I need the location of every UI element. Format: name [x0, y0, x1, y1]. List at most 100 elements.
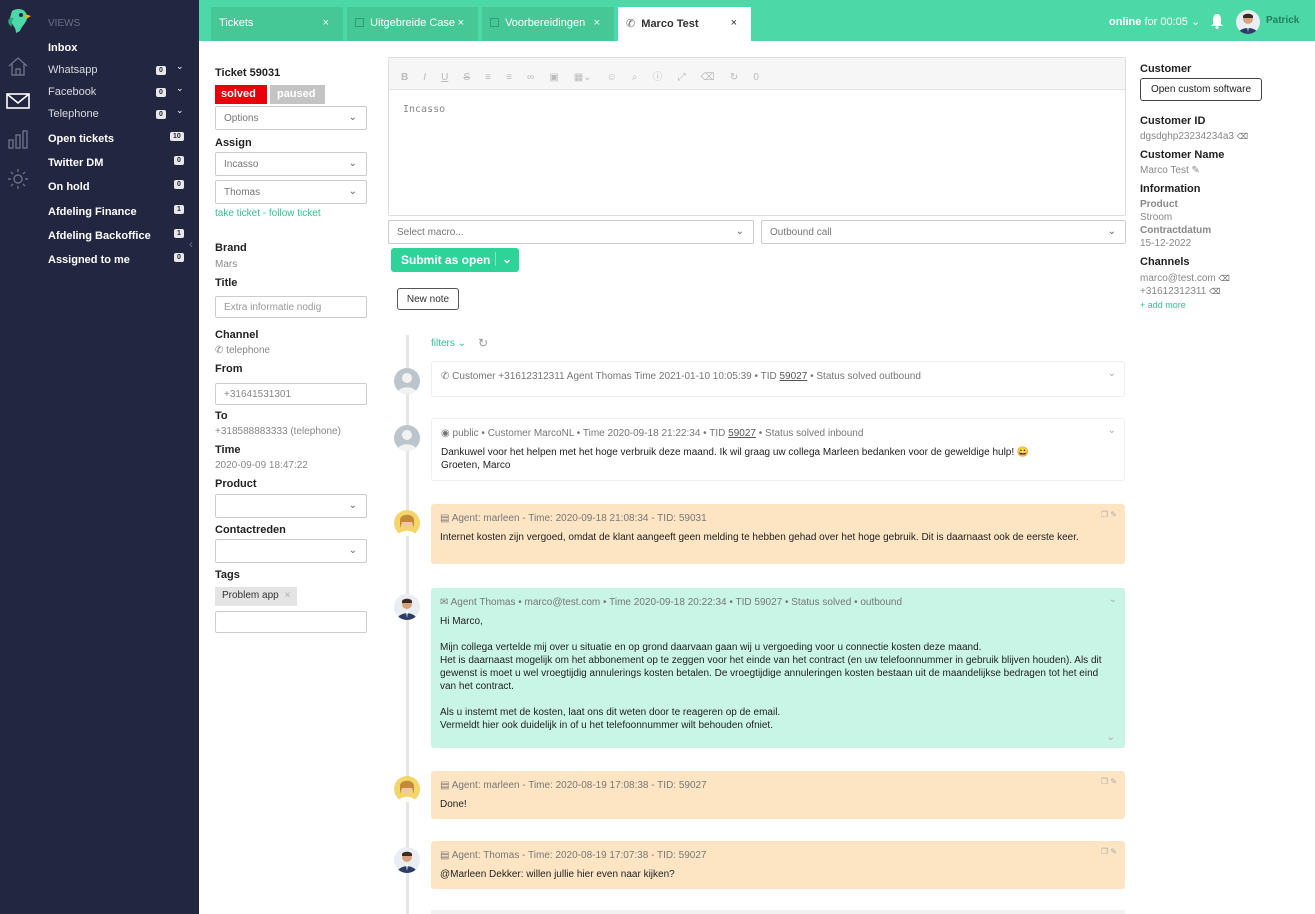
- user-name[interactable]: Patrick: [1266, 15, 1299, 26]
- channel-email-text: marco@test.com: [1140, 273, 1216, 284]
- tab-label: Uitgebreide Case: [370, 17, 456, 29]
- collapse-sidebar-icon[interactable]: ‹: [189, 237, 193, 251]
- macro-select[interactable]: Select macro... ⌄: [388, 220, 754, 244]
- table-icon[interactable]: ▦⌄: [574, 72, 592, 83]
- add-more-link[interactable]: + add more: [1140, 300, 1186, 310]
- sidebar-item-afdeling-backoffice[interactable]: Afdeling Backoffice: [48, 230, 151, 242]
- product-select[interactable]: ⌄: [215, 494, 367, 518]
- chevron-down-icon[interactable]: ⌄: [176, 105, 184, 116]
- sidebar-item-assigned-to-me[interactable]: Assigned to me: [48, 254, 130, 266]
- item-body: Done!: [440, 799, 467, 810]
- time-label: Time: [215, 444, 241, 456]
- numbered-list-icon[interactable]: ≡: [506, 72, 512, 83]
- italic-icon[interactable]: I: [423, 72, 426, 83]
- redo-icon[interactable]: ↻: [730, 72, 738, 83]
- take-follow-ticket-link[interactable]: take ticket - follow ticket: [215, 208, 321, 219]
- chevron-down-icon[interactable]: ⌄: [1108, 425, 1116, 436]
- status-badge-paused[interactable]: paused: [270, 85, 325, 104]
- chevron-down-icon[interactable]: ⌄: [1108, 368, 1116, 379]
- timeline-item-email[interactable]: ✉ Agent Thomas • marco@test.com • Time 2…: [431, 588, 1125, 748]
- contactreden-select[interactable]: ⌄: [215, 539, 367, 563]
- eraser-icon[interactable]: ⌫: [701, 72, 715, 83]
- close-icon[interactable]: ×: [323, 17, 329, 29]
- chevron-down-icon[interactable]: ⌄: [176, 83, 184, 94]
- edit-icon[interactable]: ✎: [1192, 165, 1200, 176]
- avatar[interactable]: [1236, 10, 1260, 34]
- options-dropdown[interactable]: Options ⌄: [215, 106, 367, 130]
- tab-uitgebreide-case[interactable]: Uitgebreide Case ×: [347, 7, 478, 41]
- pin-edit-icon[interactable]: ❐ ✎: [1101, 510, 1117, 519]
- tag-chip[interactable]: Problem app ×: [215, 587, 298, 606]
- chevron-down-icon[interactable]: ⌄: [176, 61, 184, 72]
- title-input[interactable]: Extra informatie nodig: [215, 296, 367, 318]
- pin-edit-icon[interactable]: ❐ ✎: [1101, 847, 1117, 856]
- info-icon[interactable]: ⓘ: [653, 68, 663, 83]
- contactreden-label: Contactreden: [215, 524, 286, 536]
- submit-button[interactable]: Submit as open ⌄: [391, 248, 519, 272]
- sidebar-item-open-tickets[interactable]: Open tickets: [48, 133, 114, 145]
- fullscreen-icon[interactable]: ⤢: [678, 72, 686, 83]
- timeline-item-note[interactable]: ▤ Agent: Thomas - Time: 2020-08-19 17:07…: [431, 841, 1125, 889]
- link-icon[interactable]: ∞: [527, 72, 534, 83]
- sidebar-item-whatsapp[interactable]: Whatsapp: [48, 64, 98, 76]
- tab-marco-test[interactable]: ✆ Marco Test ×: [618, 7, 751, 41]
- phone-icon: ✆: [215, 345, 224, 356]
- filters-link[interactable]: filters ⌄: [431, 338, 466, 349]
- chevron-down-icon[interactable]: ⌄: [494, 252, 512, 266]
- chart-icon[interactable]: [7, 128, 29, 153]
- sidebar-item-facebook[interactable]: Facebook: [48, 86, 96, 98]
- close-icon[interactable]: ×: [284, 590, 290, 601]
- remove-icon[interactable]: ⌫: [1219, 274, 1230, 283]
- sidebar-item-afdeling-finance[interactable]: Afdeling Finance: [48, 206, 137, 218]
- gear-icon[interactable]: [7, 168, 29, 193]
- sidebar-item-inbox[interactable]: Inbox: [48, 42, 77, 54]
- bell-icon[interactable]: [1210, 13, 1224, 32]
- assign-group-select[interactable]: Incasso ⌄: [215, 152, 367, 176]
- tab-tickets[interactable]: Tickets ×: [211, 7, 343, 41]
- assign-agent-select[interactable]: Thomas ⌄: [215, 180, 367, 204]
- tab-voorbereidingen[interactable]: Voorbereidingen ×: [482, 7, 614, 41]
- outbound-call-select[interactable]: Outbound call ⌄: [761, 220, 1126, 244]
- open-custom-software-button[interactable]: Open custom software: [1140, 78, 1262, 101]
- online-status[interactable]: online for 00:05 ⌄: [1109, 15, 1200, 28]
- editor-content[interactable]: Incasso: [389, 90, 1125, 215]
- image-icon[interactable]: ▣: [549, 72, 558, 83]
- sidebar-item-on-hold[interactable]: On hold: [48, 181, 90, 193]
- customer-name-label: Customer Name: [1140, 149, 1225, 161]
- remove-icon[interactable]: ⌫: [1209, 287, 1220, 296]
- timeline-item-note[interactable]: ▤ Agent: marleen - Time: 2020-08-19 17:0…: [431, 771, 1125, 819]
- timeline-item-note[interactable]: ▤ Agent: marleen - Time: 2020-09-18 21:0…: [431, 504, 1125, 564]
- expand-icon[interactable]: ⌄: [1107, 732, 1115, 743]
- bold-icon[interactable]: B: [401, 72, 408, 83]
- close-icon[interactable]: ×: [731, 17, 737, 29]
- item-body: @Marleen Dekker: willen jullie hier even…: [440, 869, 675, 880]
- remove-icon[interactable]: ⌫: [1237, 132, 1248, 141]
- sidebar-item-telephone[interactable]: Telephone: [48, 108, 99, 120]
- strikethrough-icon[interactable]: S: [463, 72, 470, 83]
- pin-edit-icon[interactable]: ❐ ✎: [1101, 777, 1117, 786]
- note-icon: ▤: [440, 780, 450, 791]
- editor-toolbar: B I U S ≡ ≡ ∞ ▣ ▦⌄ ☺ ⌕ ⓘ ⤢ ⌫ ↻ 0: [389, 58, 1125, 90]
- mail-icon[interactable]: [6, 92, 30, 113]
- refresh-icon[interactable]: ↻: [478, 336, 488, 350]
- from-field[interactable]: +31641531301: [215, 383, 367, 405]
- channel-email: marco@test.com ⌫: [1140, 273, 1230, 284]
- emoji-icon[interactable]: ☺: [607, 72, 617, 83]
- chevron-down-icon[interactable]: ⌄: [1109, 594, 1117, 605]
- status-badge-solved[interactable]: solved: [215, 85, 267, 104]
- close-icon[interactable]: ×: [458, 17, 464, 29]
- parrot-logo-icon[interactable]: [6, 7, 32, 35]
- brand-value: Mars: [215, 259, 238, 270]
- timeline-item-call[interactable]: ✆ Customer +31612312311 Agent Thomas Tim…: [431, 361, 1125, 397]
- underline-icon[interactable]: U: [441, 72, 448, 83]
- tid-link[interactable]: 59027: [780, 371, 808, 382]
- tags-input[interactable]: [215, 611, 367, 633]
- attachment-icon[interactable]: ⌕: [632, 72, 638, 83]
- close-icon[interactable]: ×: [594, 17, 600, 29]
- timeline-item-public[interactable]: ◉ public • Customer MarcoNL • Time 2020-…: [431, 418, 1125, 481]
- new-note-button[interactable]: New note: [397, 288, 459, 310]
- home-icon[interactable]: [7, 55, 29, 80]
- sidebar-item-twitter-dm[interactable]: Twitter DM: [48, 157, 103, 169]
- bullet-list-icon[interactable]: ≡: [485, 72, 491, 83]
- tid-link[interactable]: 59027: [728, 428, 756, 439]
